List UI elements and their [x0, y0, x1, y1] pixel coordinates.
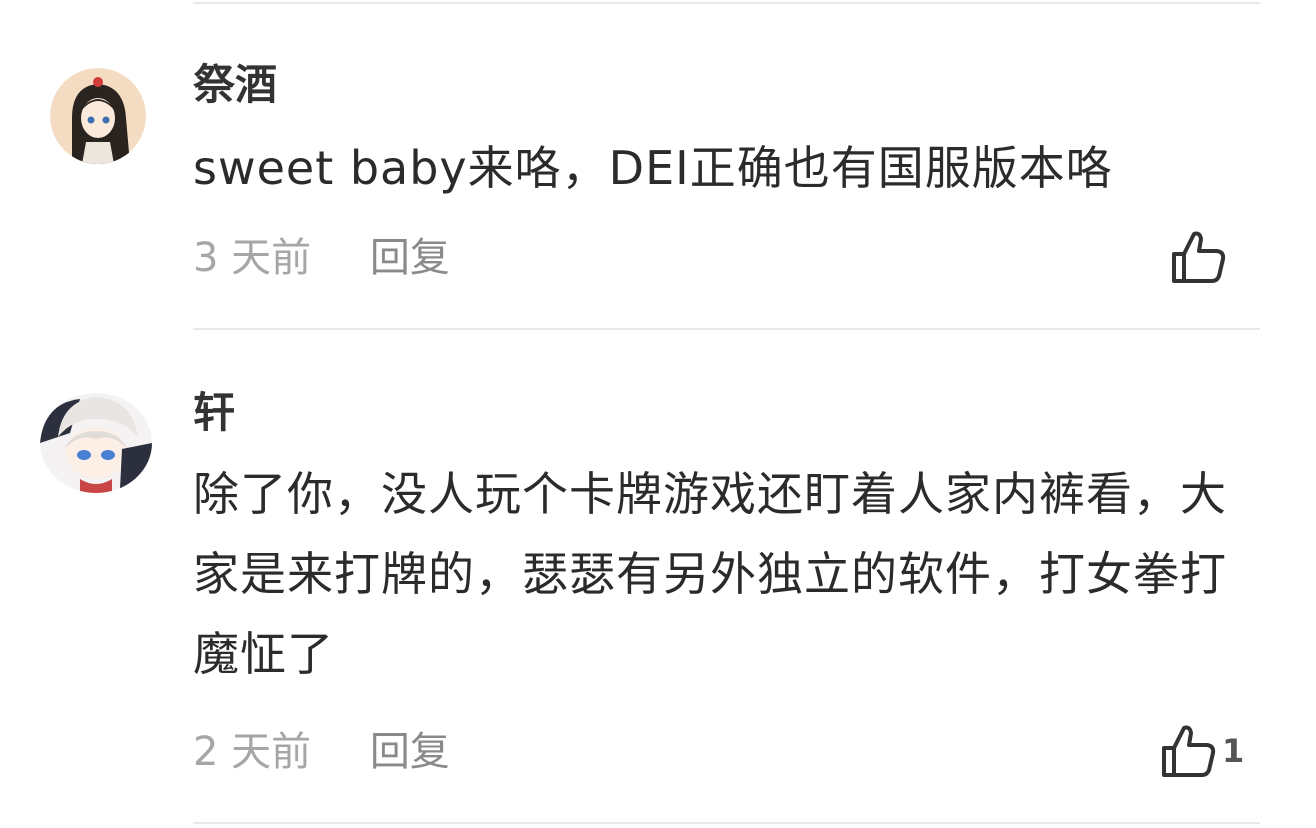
- comment-text: sweet baby来咯，DEI正确也有国服版本咯: [193, 141, 1113, 195]
- comment-meta: 2 天前 回复: [193, 727, 450, 777]
- avatar[interactable]: [50, 68, 146, 164]
- thumbs-up-icon: [1172, 231, 1226, 283]
- top-divider: [193, 2, 1260, 4]
- thumbs-up-icon: [1162, 725, 1216, 777]
- avatar[interactable]: [40, 393, 152, 493]
- like-count: 1: [1222, 732, 1245, 770]
- username[interactable]: 祭酒: [193, 60, 277, 110]
- comment-meta: 3 天前 回复: [193, 233, 450, 283]
- comment-divider: [193, 328, 1260, 330]
- comment-text: 除了你，没人玩个卡牌游戏还盯着人家内裤看，大家是来打牌的，瑟瑟有另外独立的软件，…: [193, 467, 1227, 681]
- timestamp: 2 天前: [193, 729, 312, 775]
- bottom-divider: [193, 822, 1260, 824]
- avatar-image: [50, 68, 146, 164]
- like-button[interactable]: [1170, 228, 1232, 286]
- timestamp: 3 天前: [193, 235, 312, 281]
- reply-button[interactable]: 回复: [370, 233, 450, 283]
- username[interactable]: 轩: [193, 388, 235, 438]
- like-button[interactable]: 1: [1160, 722, 1244, 780]
- avatar-image: [40, 393, 152, 493]
- reply-button[interactable]: 回复: [370, 727, 450, 777]
